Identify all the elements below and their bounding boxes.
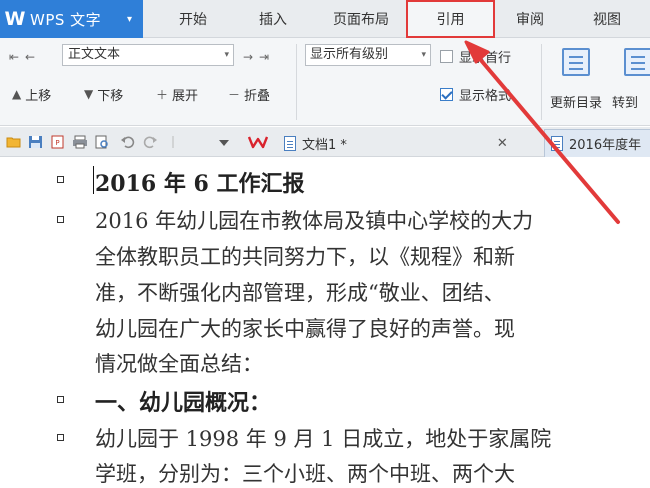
chevron-down-icon: ▾	[127, 14, 133, 25]
text-cursor	[93, 166, 94, 194]
print-icon[interactable]	[72, 135, 88, 149]
tab-view[interactable]: 视图	[572, 0, 642, 38]
update-toc-button[interactable]: 更新目录	[544, 46, 608, 122]
triangle-up-icon: ▲	[12, 87, 22, 101]
goto-button[interactable]: 转到	[612, 46, 650, 122]
paragraph-line: 学班，分别为：三个小班、两个中班、两个大	[95, 462, 515, 486]
ribbon: ⇤ ← 正文文本 ▾ → ⇥ ▲ 上移 ▼ 下移 ＋ 展开 － 折叠 显示所有级…	[0, 38, 650, 126]
style-level-dropdown[interactable]: 正文文本 ▾	[62, 44, 234, 66]
paragraph-line: 情况做全面总结：	[95, 352, 263, 376]
chevron-down-icon: ▾	[224, 50, 229, 60]
redo-icon[interactable]	[142, 135, 158, 149]
tab-insert[interactable]: 插入	[238, 0, 308, 38]
expand-button[interactable]: ＋ 展开	[156, 84, 198, 104]
tab-review[interactable]: 审阅	[498, 0, 562, 38]
outline-bullet[interactable]	[57, 176, 64, 183]
outline-nav-arrows: ⇤ ←	[6, 46, 38, 68]
ribbon-divider	[541, 44, 542, 120]
document-area[interactable]: 2016 年 6 工作汇报 2016 年幼儿园在市教体局及镇中心学校的大力 全体…	[0, 158, 650, 488]
demote-icon[interactable]: →	[240, 50, 256, 64]
tab-home[interactable]: 开始	[158, 0, 228, 38]
goto-icon	[624, 48, 650, 76]
outline-nav-arrows-right: → ⇥	[240, 46, 272, 68]
undo-icon[interactable]	[120, 135, 136, 149]
checkbox-unchecked[interactable]	[440, 49, 453, 63]
outline-bullet[interactable]	[57, 396, 64, 403]
checkbox-checked[interactable]	[440, 87, 453, 101]
promote-icon[interactable]: ←	[22, 50, 38, 64]
dropdown-icon[interactable]	[216, 135, 232, 149]
wps-logo-icon	[248, 136, 268, 149]
demote-to-body-icon[interactable]: ⇥	[256, 50, 272, 64]
document-icon	[551, 136, 563, 151]
plus-icon: ＋	[156, 87, 169, 102]
document-title: 2016 年 6 工作汇报	[95, 171, 305, 197]
show-format-checkbox[interactable]: 显示格式	[440, 84, 511, 104]
doc-tab-2016-report[interactable]: 2016年度年	[544, 129, 650, 157]
collapse-button[interactable]: － 折叠	[228, 84, 270, 104]
svg-text:P: P	[55, 139, 59, 147]
paragraph-line: 全体教职员工的共同努力下，以《规程》和新	[95, 245, 515, 269]
separator-icon	[172, 136, 174, 148]
move-up-button[interactable]: ▲ 上移	[12, 84, 51, 104]
open-folder-icon[interactable]	[6, 135, 22, 149]
close-icon[interactable]: ✕	[497, 136, 508, 151]
update-toc-icon	[562, 48, 590, 76]
triangle-down-icon: ▼	[84, 87, 94, 101]
outline-bullet[interactable]	[57, 434, 64, 441]
doc-tab-document1[interactable]: 文档1 * ✕	[284, 129, 508, 157]
outline-bullet[interactable]	[57, 216, 64, 223]
chevron-down-icon: ▾	[421, 50, 426, 60]
section-heading: 一、幼儿园概况：	[95, 390, 272, 416]
paragraph-line: 2016 年幼儿园在市教体局及镇中心学校的大力	[95, 209, 534, 233]
menu-bar: W WPS 文字 ▾ 开始 插入 页面布局 引用 审阅 视图	[0, 0, 650, 38]
wps-logo-icon: W	[4, 8, 26, 30]
document-icon	[284, 135, 296, 151]
quick-access-bar: P 文档1 * ✕ 2016年度年	[0, 127, 650, 157]
app-name: WPS 文字	[30, 10, 102, 29]
paragraph-line: 幼儿园在广大的家长中赢得了良好的声誉。现	[95, 317, 515, 341]
paragraph-line: 准，不断强化内部管理，形成“敬业、团结、	[95, 281, 505, 305]
show-first-line-checkbox[interactable]: 显示首行	[440, 46, 511, 66]
move-down-button[interactable]: ▼ 下移	[84, 84, 123, 104]
pdf-export-icon[interactable]: P	[50, 135, 66, 149]
ribbon-divider	[296, 44, 297, 120]
paragraph-line: 幼儿园于 1998 年 9 月 1 日成立，地处于家属院	[95, 427, 552, 451]
wps-app-menu-button[interactable]: W WPS 文字 ▾	[0, 0, 143, 38]
save-icon[interactable]	[28, 135, 44, 149]
print-preview-icon[interactable]	[94, 135, 110, 149]
promote-to-heading-icon[interactable]: ⇤	[6, 50, 22, 64]
tab-references[interactable]: 引用	[406, 0, 495, 38]
minus-icon: －	[228, 87, 241, 102]
tab-page-layout[interactable]: 页面布局	[318, 0, 404, 38]
show-levels-dropdown[interactable]: 显示所有级别 ▾	[305, 44, 431, 66]
